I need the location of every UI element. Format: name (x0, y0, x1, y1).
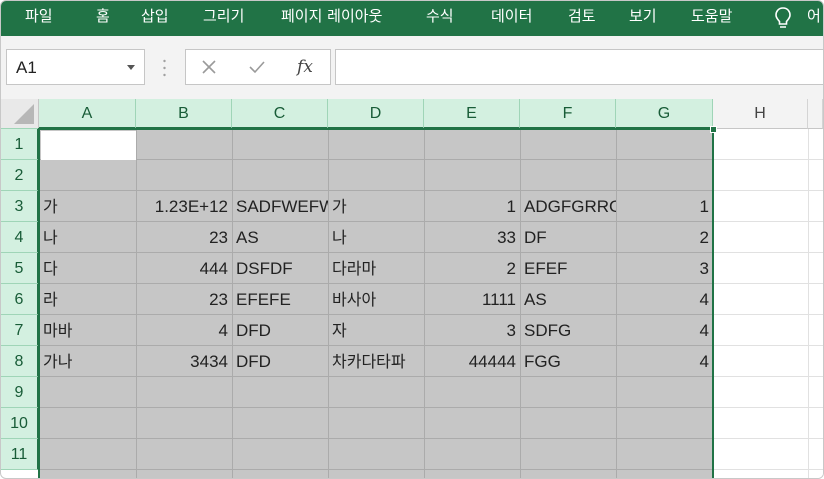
row-header-11[interactable]: 11 (1, 439, 39, 470)
column-header-d[interactable]: D (328, 99, 424, 129)
gridline (713, 159, 823, 160)
gridline (713, 407, 823, 408)
row-header-1[interactable]: 1 (1, 129, 39, 160)
row-header-7[interactable]: 7 (1, 315, 39, 346)
gridline (713, 376, 823, 377)
column-header-c[interactable]: C (232, 99, 328, 129)
row-header-4[interactable]: 4 (1, 222, 39, 253)
insert-function-button[interactable]: fx (292, 50, 318, 84)
row-header-3[interactable]: 3 (1, 191, 39, 222)
gridline (713, 345, 823, 346)
column-header-g[interactable]: G (616, 99, 713, 129)
tab-page-layout[interactable]: 페이지 레이아웃 (281, 1, 382, 36)
formula-buttons: fx (185, 49, 331, 85)
gridline (713, 438, 823, 439)
column-header-f[interactable]: F (520, 99, 616, 129)
row-header-6[interactable]: 6 (1, 284, 39, 315)
name-box[interactable]: A1 (6, 49, 145, 85)
chevron-down-icon[interactable] (127, 65, 135, 70)
gridline (713, 283, 823, 284)
worksheet-grid: A B C D E F G H 1 2 3 4 5 6 7 8 9 10 11 (1, 99, 823, 478)
row-header-8[interactable]: 8 (1, 346, 39, 377)
close-icon[interactable] (196, 50, 222, 84)
tab-insert[interactable]: 삽입 (141, 1, 169, 36)
tab-draw[interactable]: 그리기 (203, 1, 244, 36)
row-header-5[interactable]: 5 (1, 253, 39, 284)
formula-input[interactable] (335, 49, 823, 85)
name-box-value: A1 (16, 58, 37, 77)
column-header-b[interactable]: B (136, 99, 232, 129)
row-header-10[interactable]: 10 (1, 408, 39, 439)
tab-review[interactable]: 검토 (568, 1, 596, 36)
tab-home[interactable]: 홈 (96, 1, 110, 36)
gridline (713, 190, 823, 191)
row-header-2[interactable]: 2 (1, 160, 39, 191)
selection-border (38, 128, 714, 478)
lightbulb-icon[interactable] (773, 6, 793, 30)
row-header-9[interactable]: 9 (1, 377, 39, 408)
ribbon-menu: 파일 홈 삽입 그리기 페이지 레이아웃 수식 데이터 검토 보기 도움말 어 (1, 1, 823, 36)
fill-handle[interactable] (710, 126, 717, 133)
column-header-e[interactable]: E (424, 99, 520, 129)
column-header-a[interactable]: A (39, 99, 136, 129)
gridline (713, 469, 823, 470)
gridline (808, 129, 809, 478)
excel-window: 파일 홈 삽입 그리기 페이지 레이아웃 수식 데이터 검토 보기 도움말 어 … (0, 0, 824, 479)
tab-file[interactable]: 파일 (25, 1, 53, 36)
tab-view[interactable]: 보기 (629, 1, 657, 36)
gridline (713, 221, 823, 222)
tab-help[interactable]: 도움말 (691, 1, 732, 36)
tab-data[interactable]: 데이터 (491, 1, 532, 36)
check-icon[interactable] (244, 50, 270, 84)
column-h-cells[interactable] (713, 129, 823, 478)
drag-handle-icon[interactable] (163, 58, 166, 78)
tab-formulas[interactable]: 수식 (426, 1, 454, 36)
gridline (713, 252, 823, 253)
gridline (713, 314, 823, 315)
column-header-h[interactable]: H (713, 99, 808, 129)
column-header-i[interactable] (808, 99, 823, 129)
tell-me-search[interactable]: 어 (807, 1, 821, 36)
select-all-button[interactable] (1, 99, 39, 129)
